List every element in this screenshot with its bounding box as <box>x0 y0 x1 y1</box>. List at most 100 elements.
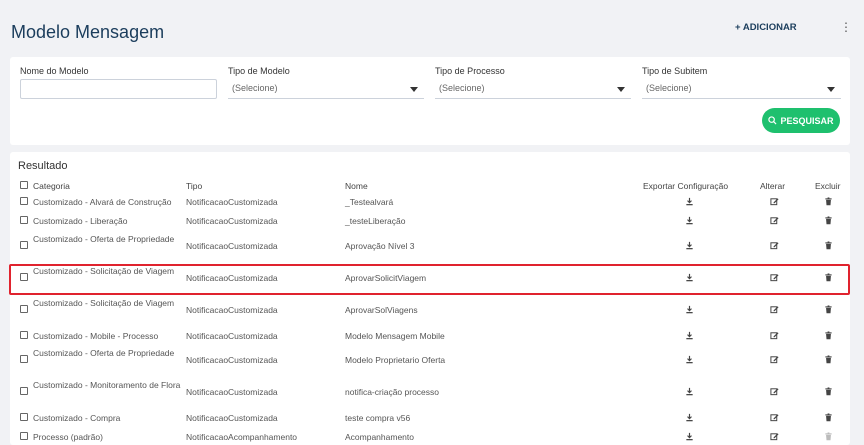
row-categoria: Customizado - Solicitação de Viagem <box>33 266 175 276</box>
table-row: Customizado - Compra NotificacaoCustomiza… <box>10 412 850 424</box>
tipo-processo-label: Tipo de Processo <box>435 66 505 76</box>
edit-icon[interactable] <box>769 387 779 396</box>
chevron-down-icon <box>827 87 835 92</box>
row-checkbox[interactable] <box>20 413 28 421</box>
table-row: Customizado - Monitoramento de Flora Noti… <box>10 380 850 404</box>
row-checkbox[interactable] <box>20 355 28 363</box>
col-excluir: Excluir <box>815 181 841 191</box>
tipo-processo-select[interactable]: (Selecione) <box>435 79 631 99</box>
edit-icon[interactable] <box>769 331 779 340</box>
row-nome: Modelo Proprietario Oferta <box>345 355 446 365</box>
row-nome: Acompanhamento <box>345 432 414 442</box>
select-all-checkbox[interactable] <box>20 181 28 189</box>
chevron-down-icon <box>410 87 418 92</box>
results-title: Resultado <box>18 160 68 172</box>
edit-icon[interactable] <box>769 432 779 441</box>
edit-icon[interactable] <box>769 413 779 422</box>
row-tipo: NotificacaoCustomizada <box>186 273 278 283</box>
row-checkbox[interactable] <box>20 305 28 313</box>
tipo-modelo-label: Tipo de Modelo <box>228 66 290 76</box>
row-nome: teste compra v56 <box>345 413 411 423</box>
chevron-down-icon <box>617 87 625 92</box>
page-title: Modelo Mensagem <box>11 22 165 42</box>
row-nome: notifica-criação processo <box>345 387 440 397</box>
row-tipo: NotificacaoCustomizada <box>186 305 278 315</box>
download-icon[interactable] <box>684 241 694 250</box>
row-tipo: NotificacaoCustomizada <box>186 355 278 365</box>
trash-icon[interactable] <box>823 273 833 282</box>
download-icon[interactable] <box>684 273 694 282</box>
row-tipo: NotificacaoCustomizada <box>186 387 278 397</box>
row-nome: AprovarSolViagens <box>345 305 418 315</box>
edit-icon[interactable] <box>769 241 779 250</box>
trash-icon[interactable] <box>823 331 833 340</box>
download-icon[interactable] <box>684 387 694 396</box>
trash-icon[interactable] <box>823 305 833 314</box>
tipo-subitem-select[interactable]: (Selecione) <box>642 79 841 99</box>
row-categoria: Customizado - Mobile - Processo <box>33 331 159 341</box>
trash-icon[interactable] <box>823 355 833 364</box>
row-categoria: Customizado - Alvará de Construção <box>33 197 172 207</box>
row-tipo: NotificacaoCustomizada <box>186 331 278 341</box>
edit-icon[interactable] <box>769 355 779 364</box>
table-row: Customizado - Oferta de Propriedade Notif… <box>10 348 850 372</box>
more-options-icon[interactable]: ⋮ <box>840 20 852 34</box>
trash-icon[interactable] <box>823 387 833 396</box>
row-categoria: Customizado - Oferta de Propriedade <box>33 234 175 244</box>
tipo-subitem-label: Tipo de Subitem <box>642 66 708 76</box>
row-categoria: Processo (padrão) <box>33 432 103 442</box>
trash-icon[interactable] <box>823 197 833 206</box>
nome-modelo-input[interactable] <box>20 79 217 99</box>
table-row: Customizado - Liberação NotificacaoCustom… <box>10 215 850 227</box>
download-icon[interactable] <box>684 432 694 441</box>
table-row: Customizado - Oferta de Propriedade Notif… <box>10 234 850 258</box>
row-tipo: NotificacaoCustomizada <box>186 197 278 207</box>
filter-panel: Nome do Modelo Tipo de Modelo (Selecione… <box>10 57 850 145</box>
trash-icon[interactable] <box>823 241 833 250</box>
row-tipo: NotificacaoCustomizada <box>186 241 278 251</box>
download-icon[interactable] <box>684 197 694 206</box>
row-checkbox[interactable] <box>20 387 28 395</box>
col-alterar: Alterar <box>760 181 786 191</box>
download-icon[interactable] <box>684 305 694 314</box>
download-icon[interactable] <box>684 216 694 225</box>
row-nome: AprovarSolicitViagem <box>345 273 427 283</box>
col-tipo[interactable]: Tipo <box>186 181 202 191</box>
trash-icon[interactable] <box>823 432 833 441</box>
trash-icon[interactable] <box>823 216 833 225</box>
row-checkbox[interactable] <box>20 216 28 224</box>
row-nome: _testeLiberação <box>345 216 406 226</box>
search-button[interactable]: PESQUISAR <box>762 108 840 133</box>
trash-icon[interactable] <box>823 413 833 422</box>
row-categoria: Customizado - Solicitação de Viagem <box>33 298 175 308</box>
row-nome: Modelo Mensagem Mobile <box>345 331 445 341</box>
edit-icon[interactable] <box>769 273 779 282</box>
edit-icon[interactable] <box>769 216 779 225</box>
row-checkbox[interactable] <box>20 241 28 249</box>
row-checkbox[interactable] <box>20 273 28 281</box>
row-checkbox[interactable] <box>20 432 28 440</box>
table-row: Customizado - Alvará de Construção Notifi… <box>10 196 850 208</box>
download-icon[interactable] <box>684 355 694 364</box>
table-row: Customizado - Mobile - Processo Notificac… <box>10 330 850 342</box>
download-icon[interactable] <box>684 413 694 422</box>
row-nome: Aprovação Nível 3 <box>345 241 415 251</box>
search-button-label: PESQUISAR <box>780 115 834 126</box>
download-icon[interactable] <box>684 331 694 340</box>
row-tipo: NotificacaoCustomizada <box>186 216 278 226</box>
row-nome: _Testealvará <box>345 197 394 207</box>
tipo-modelo-value: (Selecione) <box>232 83 278 93</box>
edit-icon[interactable] <box>769 305 779 314</box>
tipo-modelo-select[interactable]: (Selecione) <box>228 79 424 99</box>
results-panel: Resultado Categoria Tipo Nome Exportar C… <box>10 152 850 445</box>
tipo-subitem-value: (Selecione) <box>646 83 692 93</box>
col-nome[interactable]: Nome <box>345 181 368 191</box>
col-categoria[interactable]: Categoria <box>33 181 70 191</box>
search-icon <box>768 116 777 125</box>
row-tipo: NotificacaoCustomizada <box>186 413 278 423</box>
row-checkbox[interactable] <box>20 331 28 339</box>
edit-icon[interactable] <box>769 197 779 206</box>
add-button[interactable]: + ADICIONAR <box>735 22 797 33</box>
tipo-processo-value: (Selecione) <box>439 83 485 93</box>
row-checkbox[interactable] <box>20 197 28 205</box>
